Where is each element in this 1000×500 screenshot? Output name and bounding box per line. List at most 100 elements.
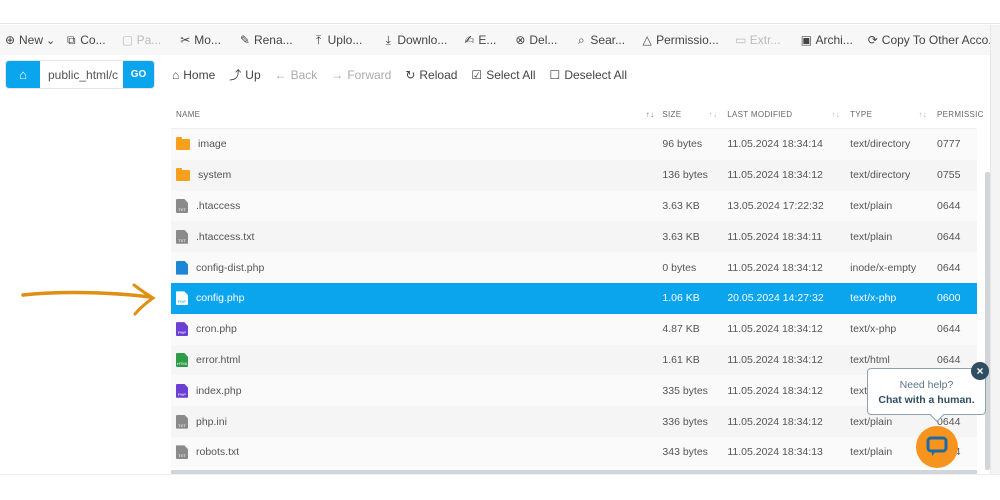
cell-size: 343 bytes bbox=[662, 446, 708, 459]
cell-size: 335 bytes bbox=[662, 384, 708, 397]
toolbar-label: E... bbox=[478, 33, 497, 47]
txt-file-icon: TXT bbox=[176, 445, 188, 460]
table-row[interactable]: image 96 bytes 11.05.2024 18:34:14 text/dir… bbox=[171, 129, 977, 160]
file-name[interactable]: error.html bbox=[196, 354, 240, 366]
cell-perm: 0644 bbox=[937, 323, 961, 336]
toolbar-search-button[interactable]: ⌕ Sear... bbox=[575, 33, 625, 48]
toolbar-sync-button[interactable]: ⟳ Copy To Other Acco... bbox=[867, 33, 999, 47]
vertical-scrollbar[interactable] bbox=[985, 172, 990, 470]
toolbar-scissors-button[interactable]: ✂ Mo... bbox=[179, 33, 221, 47]
file-name[interactable]: .htaccess bbox=[196, 200, 240, 212]
cell-modified: 20.05.2024 14:27:32 bbox=[727, 292, 824, 305]
column-header-permissions[interactable]: PERMISSIC bbox=[937, 110, 983, 119]
reload-icon: ↻ bbox=[405, 67, 416, 82]
upload-icon: ⤒ bbox=[315, 32, 322, 47]
home-icon: ⌂ bbox=[172, 67, 180, 82]
file-name[interactable]: .htaccess.txt bbox=[196, 231, 254, 243]
nav-home-button[interactable]: ⌂ Home bbox=[172, 68, 215, 82]
table-row[interactable]: PHP config.php 1.06 KB 20.05.2024 14:27:32 t… bbox=[171, 282, 977, 314]
cell-modified: 13.05.2024 17:22:32 bbox=[727, 199, 824, 212]
file-name[interactable]: system bbox=[198, 169, 231, 181]
table-row[interactable]: TXT .htaccess 3.63 KB 13.05.2024 17:22:32 te… bbox=[171, 190, 977, 222]
table-row[interactable]: HTML error.html 1.61 KB 11.05.2024 18:34:12… bbox=[171, 344, 977, 376]
nav-deselect-all-label: Deselect All bbox=[564, 67, 628, 82]
toolbar-plus-circle-button[interactable]: ⊕ New ⌄ bbox=[4, 33, 55, 47]
chat-prompt-bubble[interactable]: Need help? Chat with a human. bbox=[867, 368, 986, 415]
cell-modified: 11.05.2024 18:34:13 bbox=[727, 446, 823, 459]
toolbar-upload-button[interactable]: ⤒ Uplo... bbox=[313, 32, 362, 48]
table-row[interactable]: system 136 bytes 11.05.2024 18:34:12 text/d… bbox=[171, 159, 977, 191]
cell-type: text/plain bbox=[850, 199, 893, 212]
file-name[interactable]: php.ini bbox=[196, 416, 227, 428]
cell-modified: 11.05.2024 18:34:12 bbox=[727, 323, 823, 336]
empty-file-icon bbox=[176, 260, 188, 275]
extract-icon: ▭ bbox=[735, 33, 747, 47]
file-name[interactable]: image bbox=[198, 138, 227, 150]
nav-reload-button[interactable]: ↻ Reload bbox=[405, 68, 457, 82]
toolbar-pencil-button[interactable]: ✎ Rena... bbox=[239, 33, 293, 47]
checkbox-empty-icon: ☐ bbox=[549, 67, 561, 82]
column-modified-label: LAST MODIFIED bbox=[727, 109, 793, 119]
cell-type: text/plain bbox=[850, 415, 893, 428]
sort-icon[interactable]: ↑↓ bbox=[918, 110, 927, 119]
pencil-icon: ✎ bbox=[239, 33, 250, 47]
table-header: NAME ↑↓ SIZE ↑↓ LAST MODIFIED ↑↓ TYPE ↑↓ PER… bbox=[171, 100, 983, 129]
cell-modified: 11.05.2024 18:34:11 bbox=[727, 230, 823, 243]
toolbar-edit-button[interactable]: ✍ E... bbox=[463, 33, 496, 47]
chat-close-button[interactable]: × bbox=[971, 362, 989, 380]
php-file-icon: PHP bbox=[176, 291, 188, 306]
table-row[interactable]: TXT .htaccess.txt 3.63 KB 11.05.2024 18:34:… bbox=[171, 221, 977, 253]
cell-perm: 0600 bbox=[937, 292, 961, 305]
toolbar-paste-button[interactable]: ▢ Pa... bbox=[122, 33, 162, 47]
toolbar-delete-button[interactable]: ⊗ Del... bbox=[514, 33, 557, 47]
nav-select-all-button[interactable]: ☑ Select All bbox=[471, 68, 535, 82]
cell-name: TXT .htaccess bbox=[171, 198, 662, 213]
cell-size: 96 bytes bbox=[662, 138, 703, 151]
path-input[interactable] bbox=[40, 61, 123, 88]
cell-size: 1.61 KB bbox=[662, 353, 700, 366]
sort-icon[interactable]: ↑↓ bbox=[832, 110, 841, 119]
table-row[interactable]: TXT php.ini 336 bytes 11.05.2024 18:34:12 te… bbox=[171, 406, 977, 437]
table-row[interactable]: PHP cron.php 4.87 KB 11.05.2024 18:34:12 tex… bbox=[171, 313, 977, 345]
cell-type: text/directory bbox=[850, 138, 911, 151]
delete-icon: ⊗ bbox=[515, 33, 526, 47]
toolbar-download-button[interactable]: ⤓ Downlo... bbox=[382, 33, 448, 48]
column-header-name[interactable]: NAME ↑↓ bbox=[171, 110, 662, 119]
cell-name: HTML error.html bbox=[171, 352, 662, 367]
column-header-type[interactable]: TYPE ↑↓ bbox=[850, 110, 937, 119]
chat-launcher-button[interactable] bbox=[916, 426, 958, 468]
file-name[interactable]: config-dist.php bbox=[196, 262, 264, 274]
sort-icon[interactable]: ↑↓ bbox=[709, 110, 718, 119]
file-name[interactable]: cron.php bbox=[196, 323, 237, 335]
column-header-modified[interactable]: LAST MODIFIED ↑↓ bbox=[727, 110, 850, 119]
column-type-label: TYPE bbox=[850, 109, 873, 119]
go-button[interactable]: GO bbox=[123, 61, 154, 88]
file-name[interactable]: index.php bbox=[196, 385, 242, 397]
table-row[interactable]: config-dist.php 0 bytes 11.05.2024 18:34:1… bbox=[171, 252, 977, 283]
table-row[interactable]: TXT robots.txt 343 bytes 11.05.2024 18:34:1… bbox=[171, 436, 977, 468]
path-home-button[interactable]: ⌂ bbox=[6, 61, 40, 88]
nav-forward-button[interactable]: → Forward bbox=[331, 68, 391, 82]
toolbar-archive-button[interactable]: ▣ Archi... bbox=[800, 33, 853, 47]
nav-up-label: Up bbox=[245, 67, 261, 82]
cell-type: inode/x-empty bbox=[850, 261, 917, 274]
toolbar-label: Pa... bbox=[136, 33, 162, 47]
cell-modified: 11.05.2024 18:34:12 bbox=[727, 169, 823, 182]
table-row[interactable]: PHP index.php 335 bytes 11.05.2024 18:34:12… bbox=[171, 375, 977, 407]
file-name[interactable]: config.php bbox=[196, 292, 244, 304]
file-name[interactable]: robots.txt bbox=[196, 446, 239, 458]
folder-icon bbox=[176, 167, 190, 181]
toolbar-warning-button[interactable]: △ Permissio... bbox=[641, 33, 718, 47]
nav-back-button[interactable]: ← Back bbox=[275, 68, 318, 82]
cell-size: 0 bytes bbox=[662, 261, 697, 274]
toolbar-extract-button[interactable]: ▭ Extr... bbox=[735, 33, 780, 47]
column-header-size[interactable]: SIZE ↑↓ bbox=[662, 110, 727, 119]
sort-asc-icon[interactable]: ↑↓ bbox=[646, 110, 655, 119]
toolbar-copy-button[interactable]: ⧉ Co... bbox=[65, 33, 106, 48]
column-size-label: SIZE bbox=[662, 109, 682, 119]
nav-reload-label: Reload bbox=[419, 67, 458, 82]
column-name-label: NAME bbox=[176, 109, 201, 119]
nav-deselect-all-button[interactable]: ☐ Deselect All bbox=[550, 68, 627, 82]
nav-up-button[interactable]: ⤴ Up bbox=[229, 66, 260, 83]
toolbar-label: New bbox=[19, 33, 44, 47]
